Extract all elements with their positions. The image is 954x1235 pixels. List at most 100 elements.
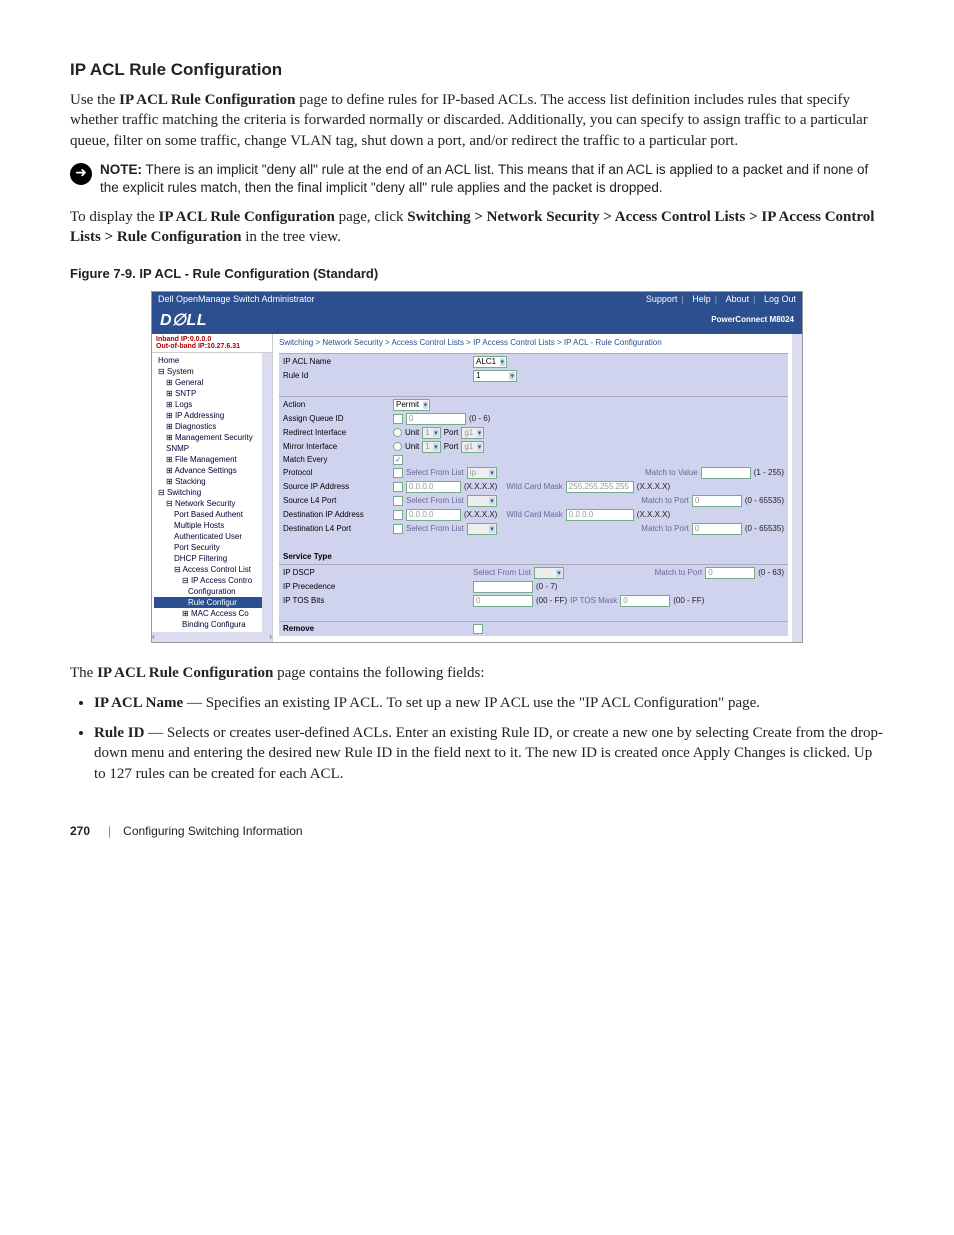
src-ip-input[interactable]: 0.0.0.0 — [406, 481, 461, 493]
ip-prec-hint: (0 - 7) — [536, 582, 557, 591]
mirror-unit-select[interactable]: 1 — [422, 441, 440, 453]
tree-portsec[interactable]: Port Security — [154, 542, 272, 553]
remove-checkbox[interactable] — [473, 624, 483, 634]
breadcrumb: Switching > Network Security > Access Co… — [273, 334, 802, 351]
tree-config[interactable]: Configuration — [154, 586, 272, 597]
ip-prec-input[interactable] — [473, 581, 533, 593]
src-ip-mask-input[interactable]: 255.255.255.255 — [566, 481, 634, 493]
section-heading: IP ACL Rule Configuration — [70, 60, 884, 80]
main-scrollbar[interactable] — [792, 334, 802, 642]
redirect-port-select[interactable]: g1 — [461, 427, 484, 439]
field-desc: — Specifies an existing IP ACL. To set u… — [183, 695, 760, 711]
ip-tos-input[interactable]: 0 — [473, 595, 533, 607]
label-dst-ip: Destination IP Address — [283, 510, 393, 519]
src-port-select[interactable] — [467, 495, 497, 507]
tree-stacking[interactable]: ⊞ Stacking — [154, 476, 272, 487]
tree-diag[interactable]: ⊞ Diagnostics — [154, 421, 272, 432]
dscp-match-input[interactable]: 0 — [705, 567, 755, 579]
tree-netsec[interactable]: ⊟ Network Security — [154, 498, 272, 509]
src-ip-mask-label: Wild Card Mask — [506, 482, 562, 491]
src-port-match-input[interactable]: 0 — [692, 495, 742, 507]
protocol-match-input[interactable] — [701, 467, 751, 479]
protocol-match-label: Match to Value — [645, 468, 698, 477]
dst-port-select[interactable] — [467, 523, 497, 535]
tree-sntp[interactable]: ⊞ SNTP — [154, 388, 272, 399]
redirect-unit-select[interactable]: 1 — [422, 427, 440, 439]
tree-filemgmt[interactable]: ⊞ File Management — [154, 454, 272, 465]
match-every-checkbox[interactable]: ✓ — [393, 455, 403, 465]
page-number: 270 — [70, 824, 90, 838]
ip-acl-name-select[interactable]: ALC1 — [473, 356, 507, 368]
label-src-ip: Source IP Address — [283, 482, 393, 491]
src-port-sfl: Select From List — [406, 496, 464, 505]
tree-switching[interactable]: ⊟ Switching — [154, 487, 272, 498]
mirror-if-radio[interactable] — [393, 442, 402, 451]
help-link[interactable]: Help — [692, 294, 711, 304]
dscp-range: (0 - 63) — [758, 568, 784, 577]
logo-row: D∅LL PowerConnect M8024 — [152, 306, 802, 334]
src-port-checkbox[interactable] — [393, 496, 403, 506]
figure-caption: Figure 7-9. IP ACL - Rule Configuration … — [70, 266, 884, 281]
rule-id-select[interactable]: 1 — [473, 370, 517, 382]
nav-tree[interactable]: Home ⊟ System ⊞ General ⊞ SNTP ⊞ Logs ⊞ … — [152, 353, 272, 632]
footer-separator: | — [108, 824, 111, 838]
tree-ipacl[interactable]: ⊟ IP Access Contro — [154, 575, 272, 586]
note-label: NOTE: — [100, 162, 142, 177]
label-src-port: Source L4 Port — [283, 496, 393, 505]
redirect-if-radio[interactable] — [393, 428, 402, 437]
dst-port-match-label: Match to Port — [641, 524, 689, 533]
main-pane: Switching > Network Security > Access Co… — [273, 334, 802, 642]
src-ip-fmt: (X.X.X.X) — [464, 482, 497, 491]
oob-ip: Out-of-band IP:10.27.6.31 — [156, 343, 268, 350]
list-item: Rule ID — Selects or creates user-define… — [94, 723, 884, 784]
label-ip-dscp: IP DSCP — [283, 568, 393, 577]
protocol-checkbox[interactable] — [393, 468, 403, 478]
tree-ipaddr[interactable]: ⊞ IP Addressing — [154, 410, 272, 421]
label-mirror-if: Mirror Interface — [283, 442, 393, 451]
tree-acl[interactable]: ⊟ Access Control List — [154, 564, 272, 575]
tree-logs[interactable]: ⊞ Logs — [154, 399, 272, 410]
mirror-port-label: Port — [444, 442, 459, 451]
assign-queue-checkbox[interactable] — [393, 414, 403, 424]
tree-dhcpf[interactable]: DHCP Filtering — [154, 553, 272, 564]
protocol-sfl-label: Select From List — [406, 468, 464, 477]
mirror-port-select[interactable]: g1 — [461, 441, 484, 453]
tree-mhosts[interactable]: Multiple Hosts — [154, 520, 272, 531]
tree-advset[interactable]: ⊞ Advance Settings — [154, 465, 272, 476]
support-link[interactable]: Support — [646, 294, 678, 304]
text: To display the — [70, 209, 159, 225]
dst-ip-input[interactable]: 0.0.0.0 — [406, 509, 461, 521]
tree-general[interactable]: ⊞ General — [154, 377, 272, 388]
dst-port-match-input[interactable]: 0 — [692, 523, 742, 535]
dscp-select[interactable] — [534, 567, 564, 579]
dst-ip-checkbox[interactable] — [393, 510, 403, 520]
label-ip-acl-name: IP ACL Name — [283, 357, 393, 366]
tree-system[interactable]: ⊟ System — [154, 366, 272, 377]
dst-port-checkbox[interactable] — [393, 524, 403, 534]
tree-ruleconfig-selected[interactable]: Rule Configur — [154, 597, 272, 608]
src-ip-checkbox[interactable] — [393, 482, 403, 492]
note-text: NOTE: There is an implicit "deny all" ru… — [100, 161, 884, 197]
action-select[interactable]: Permit — [393, 399, 430, 411]
text: in the tree view. — [241, 229, 340, 245]
tree-authusers[interactable]: Authenticated User — [154, 531, 272, 542]
sidebar-scrollbar[interactable] — [262, 353, 272, 632]
tree-pba[interactable]: Port Based Authent — [154, 509, 272, 520]
about-link[interactable]: About — [726, 294, 750, 304]
protocol-select[interactable]: ip — [467, 467, 497, 479]
tree-macacl[interactable]: ⊞ MAC Access Co — [154, 608, 272, 619]
dst-port-sfl: Select From List — [406, 524, 464, 533]
tree-snmp[interactable]: SNMP — [154, 443, 272, 454]
sidebar: Inband IP:0.0.0.0 Out-of-band IP:10.27.6… — [152, 334, 273, 642]
app-titlebar: Dell OpenManage Switch Administrator Sup… — [152, 292, 802, 306]
field-term: IP ACL Name — [94, 695, 183, 711]
tree-bindconf[interactable]: Binding Configura — [154, 619, 272, 630]
ip-tos-mask-input[interactable]: 0 — [620, 595, 670, 607]
sidebar-hscroll[interactable]: ‹› — [152, 632, 272, 642]
dst-ip-mask-input[interactable]: 0.0.0.0 — [566, 509, 634, 521]
tree-mgmtsec[interactable]: ⊞ Management Security — [154, 432, 272, 443]
tree-home[interactable]: Home — [154, 355, 272, 366]
dscp-match-label: Match to Port — [655, 568, 703, 577]
logout-link[interactable]: Log Out — [764, 294, 796, 304]
assign-queue-input[interactable]: 0 — [406, 413, 466, 425]
